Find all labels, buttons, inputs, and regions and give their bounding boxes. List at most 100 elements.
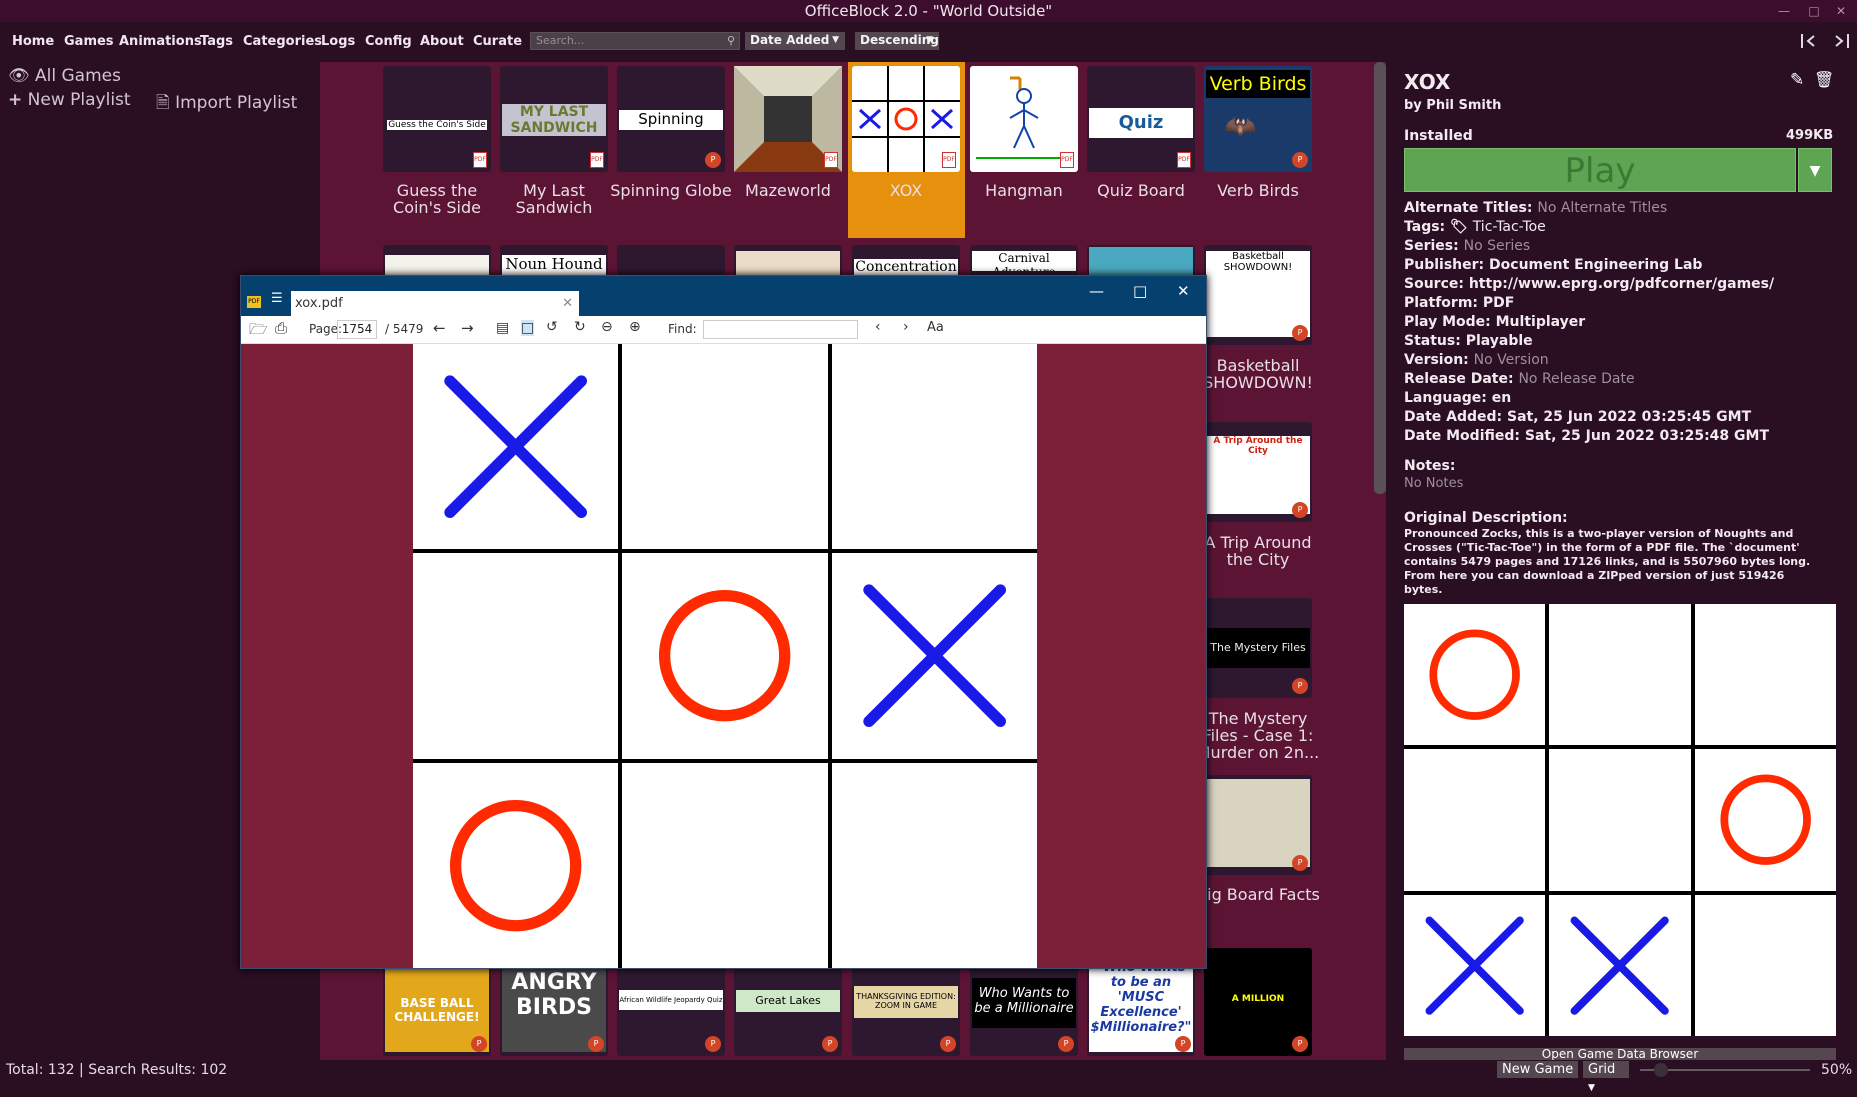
game-tile[interactable] [383,245,491,275]
sidebar-toggle-icons[interactable] [1800,32,1850,50]
board-cell[interactable] [1549,749,1691,891]
menu-curate[interactable]: Curate [473,34,522,49]
tag-chip[interactable]: Tic-Tac-Toe [1473,219,1546,235]
game-tile[interactable] [1087,245,1195,275]
game-tile-label[interactable]: Basketball SHOWDOWN! [1196,357,1320,391]
menu-config[interactable]: Config [365,34,412,49]
menu-tags[interactable]: Tags [200,34,233,49]
close-icon[interactable]: ✕ [1177,282,1190,300]
game-tile[interactable]: PDF [734,66,842,172]
game-tile[interactable]: P [1204,775,1312,875]
game-tile[interactable] [617,245,725,275]
board-cell[interactable] [831,553,1037,759]
search-input[interactable]: Search... ⚲ [530,32,740,50]
import-playlist-button[interactable]: 🗎 Import Playlist [156,90,297,119]
game-tile[interactable]: "Who Wants to be an 'MUSC Excellence' $M… [1087,960,1195,1056]
game-tile[interactable]: PDF [970,66,1078,172]
minimize-icon[interactable]: — [1773,0,1795,22]
board-cell[interactable] [1694,894,1836,1036]
open-folder-icon[interactable]: 🗁 [249,319,268,344]
trash-icon[interactable]: 🗑 [1814,70,1834,89]
menu-categories[interactable]: Categories [243,34,322,49]
game-tile-label[interactable]: My Last Sandwich [492,182,616,216]
board-cell[interactable] [622,344,828,550]
menu-animations[interactable]: Animations [119,34,202,49]
game-tile-label[interactable]: Spinning Globe [609,182,733,199]
game-tile-label[interactable]: A Trip Around the City [1196,534,1320,568]
zoom-slider-handle[interactable] [1654,1063,1668,1077]
game-tile-label[interactable]: XOX [844,182,968,199]
match-case-icon[interactable]: Aa [927,320,944,335]
game-tile[interactable]: Guess the Coin's Side PDF [383,66,491,172]
game-tile[interactable]: Carnival Adventure [970,245,1078,275]
board-cell[interactable] [1549,604,1691,746]
menu-logs[interactable]: Logs [321,34,355,49]
sort-order-select[interactable]: Descending ▼ [855,32,939,50]
game-tile[interactable]: Spinning GlobeP [617,66,725,172]
game-tile-label[interactable]: Guess the Coin's Side [375,182,499,216]
page-number-input[interactable]: 1754 [337,320,377,339]
play-dropdown-button[interactable]: ▼ [1798,148,1832,192]
view-mode-select[interactable]: Grid ▼ [1583,1061,1629,1093]
grid-scrollbar[interactable] [1374,62,1386,494]
game-tile-label[interactable]: Quiz Board [1079,182,1203,199]
game-tile[interactable]: A MILLION DOLLARS?P [1204,948,1312,1056]
game-tile[interactable]: Basketball SHOWDOWN! P [1204,245,1312,345]
game-tile[interactable]: Concentration [852,245,960,275]
all-games-item[interactable]: 👁 All Games [8,66,121,86]
game-tile[interactable]: Great Lakes HistoryP [734,960,842,1056]
zoom-in-icon[interactable]: ⊕ [629,319,641,335]
board-cell[interactable] [1404,894,1546,1036]
hamburger-menu-icon[interactable]: ☰ [271,292,283,305]
board-cell[interactable] [1694,604,1836,746]
board-cell[interactable] [413,553,619,759]
game-tile[interactable]: THANKSGIVING EDITION: ZOOM IN GAME P [852,960,960,1056]
game-tile[interactable]: BASE BALL CHALLENGE! P [383,960,491,1056]
find-prev-icon[interactable]: ‹ [875,319,881,335]
close-tab-icon[interactable]: ✕ [562,291,573,316]
game-tile[interactable]: The Mystery Files P [1204,598,1312,698]
fit-page-icon[interactable]: □ [521,320,535,336]
game-tile[interactable]: Quiz BoardPDF [1087,66,1195,172]
game-tile-label[interactable]: Hangman [962,182,1086,199]
edit-icon[interactable]: ✎ [1790,70,1804,90]
game-tile[interactable]: MY LAST SANDWICH PDF [500,66,608,172]
minimize-icon[interactable]: — [1089,282,1104,300]
pdf-tab[interactable]: xox.pdf ✕ [291,291,579,316]
menu-home[interactable]: Home [12,34,54,49]
maximize-icon[interactable]: □ [1803,0,1825,22]
game-tile-selected[interactable]: PDF [852,66,960,172]
rotate-left-icon[interactable]: ↺ [546,319,558,335]
fit-width-icon[interactable]: ▤ [496,320,509,336]
game-tile-label[interactable]: Big Board Facts [1196,886,1320,903]
next-page-icon[interactable]: → [461,319,474,337]
board-cell[interactable] [831,344,1037,550]
maximize-icon[interactable]: □ [1133,282,1147,300]
zoom-out-icon[interactable]: ⊖ [601,319,613,335]
game-tile[interactable]: Verb Birds 🦇 P [1204,66,1312,172]
new-game-button[interactable]: New Game [1497,1061,1579,1078]
rotate-right-icon[interactable]: ↻ [574,319,586,335]
game-tile[interactable]: ANGRY BIRDS P [500,960,608,1056]
board-cell[interactable] [1404,604,1546,746]
game-tile[interactable]: Who Wants to be a Millionaire P [970,960,1078,1056]
board-cell[interactable] [831,762,1037,968]
play-button[interactable]: Play [1404,148,1796,192]
board-cell[interactable] [1694,749,1836,891]
menu-about[interactable]: About [420,34,464,49]
board-cell[interactable] [1549,894,1691,1036]
game-tile[interactable]: A Trip Around the City P [1204,422,1312,522]
game-tile[interactable]: African Wildlife Jeopardy Quiz P [617,960,725,1056]
sort-field-select[interactable]: Date Added ▼ [745,32,845,50]
close-icon[interactable]: ✕ [1830,0,1852,22]
find-input[interactable] [703,320,858,339]
game-tile-label[interactable]: Mazeworld [726,182,850,199]
print-icon[interactable]: ⎙ [275,319,287,337]
find-next-icon[interactable]: › [903,319,909,335]
new-playlist-button[interactable]: + New Playlist [8,90,131,110]
prev-page-icon[interactable]: ← [433,319,446,337]
open-game-data-browser-button[interactable]: Open Game Data Browser [1404,1048,1836,1060]
board-cell[interactable] [413,762,619,968]
zoom-slider[interactable] [1640,1063,1810,1077]
game-tile[interactable]: Noun Hound [500,245,608,275]
